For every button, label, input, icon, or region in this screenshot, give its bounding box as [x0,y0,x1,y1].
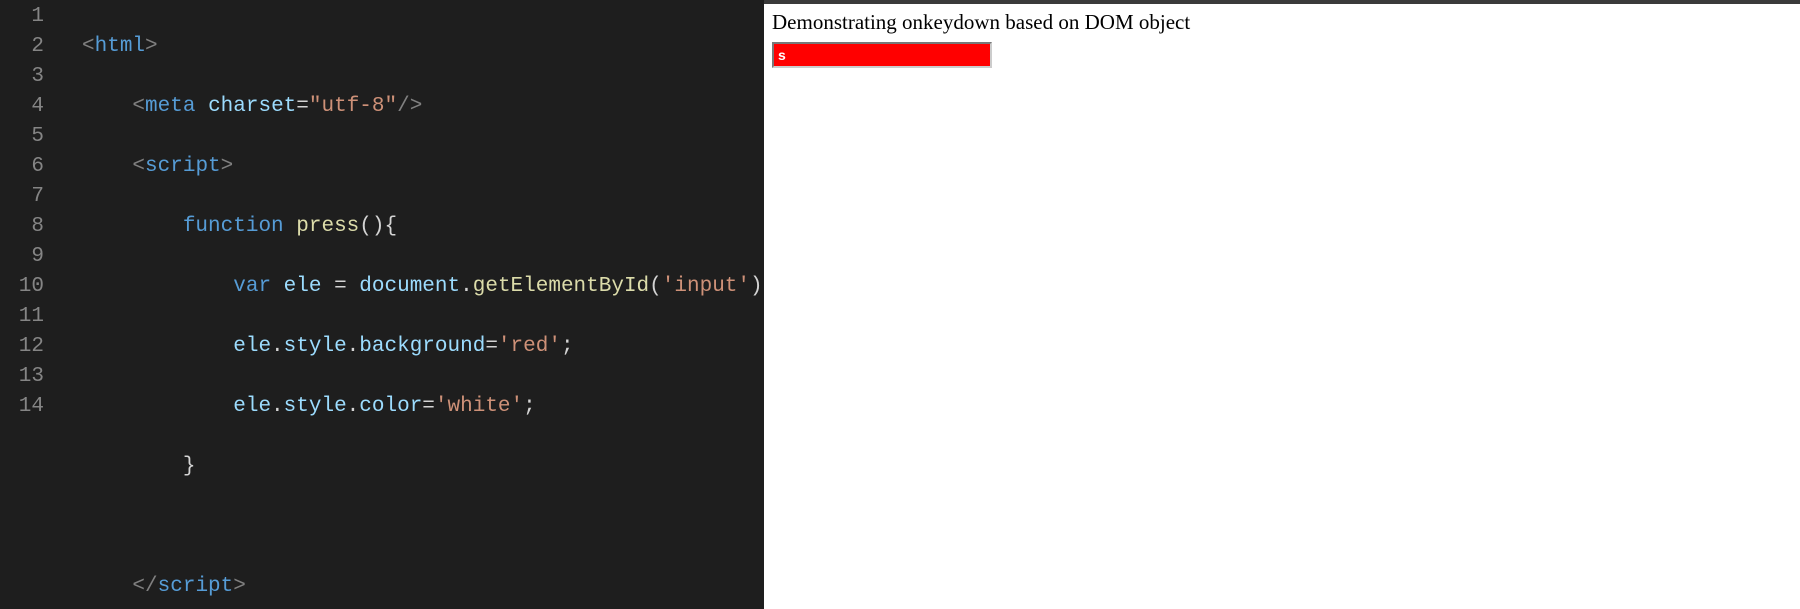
line-number: 8 [0,212,44,242]
line-number: 13 [0,362,44,392]
line-number: 11 [0,302,44,332]
demo-text-input[interactable] [772,42,992,68]
page-body-text: Demonstrating onkeydown based on DOM obj… [772,10,1792,35]
line-number: 3 [0,62,44,92]
line-number: 14 [0,392,44,422]
line-number: 4 [0,92,44,122]
line-number: 2 [0,32,44,62]
line-number: 12 [0,332,44,362]
line-number: 1 [0,2,44,32]
line-number-gutter: 1 2 3 4 5 6 7 8 9 10 11 12 13 14 [0,2,62,609]
line-number: 6 [0,152,44,182]
code-editor-pane: 1 2 3 4 5 6 7 8 9 10 11 12 13 14 <html> … [0,0,764,609]
code-line[interactable]: <html> [62,32,764,62]
code-line[interactable]: <script> [62,152,764,182]
code-line[interactable]: ele.style.color='white'; [62,392,764,422]
browser-preview-pane: Demonstrating onkeydown based on DOM obj… [764,0,1800,609]
line-number: 7 [0,182,44,212]
code-line[interactable]: } [62,452,764,482]
code-line[interactable]: </script> [62,572,764,602]
code-line[interactable] [62,512,764,542]
line-number: 5 [0,122,44,152]
code-line[interactable]: function press(){ [62,212,764,242]
line-number: 10 [0,272,44,302]
code-line[interactable]: <meta charset="utf-8"/> [62,92,764,122]
code-line[interactable]: ele.style.background='red'; [62,332,764,362]
line-number: 9 [0,242,44,272]
code-line[interactable]: var ele = document.getElementById('input… [62,272,764,302]
code-area[interactable]: <html> <meta charset="utf-8"/> <script> … [62,2,764,609]
